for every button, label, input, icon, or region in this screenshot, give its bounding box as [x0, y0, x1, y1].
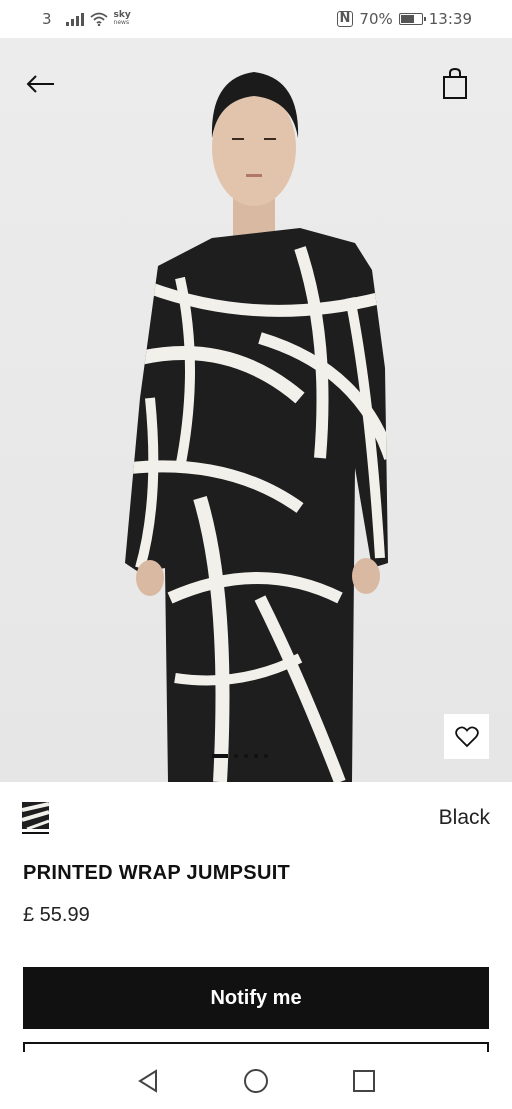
back-button[interactable] [22, 68, 58, 100]
gallery-dot[interactable] [264, 754, 268, 758]
notify-me-button[interactable]: Notify me [23, 967, 489, 1029]
color-swatch-black[interactable] [22, 802, 49, 834]
nav-recents-button[interactable] [349, 1066, 379, 1096]
status-right: N 70% 13:39 [336, 10, 472, 28]
status-bar: 3 sky news N 70% 13:39 [0, 0, 512, 38]
battery-fill [400, 15, 414, 23]
gallery-dot[interactable] [212, 754, 228, 758]
product-price: £ 55.99 [23, 904, 90, 926]
gallery-pagination [212, 754, 268, 758]
clock: 13:39 [428, 10, 472, 28]
nav-back-button[interactable] [133, 1066, 163, 1096]
recents-square-icon [353, 1069, 375, 1092]
status-left: 3 sky news [42, 10, 131, 28]
product-image-gallery[interactable] [0, 38, 512, 782]
nav-home-button[interactable] [241, 1066, 271, 1096]
nfc-icon: N [336, 11, 354, 27]
home-circle-icon [244, 1068, 268, 1093]
selected-color-name: Black [438, 806, 490, 829]
heart-icon [454, 725, 479, 747]
gallery-dot[interactable] [254, 754, 258, 758]
signal-icon [65, 12, 84, 26]
shopping-bag-icon [443, 68, 467, 99]
battery-percent: 70% [359, 10, 393, 28]
wifi-icon [89, 12, 108, 26]
arrow-left-icon [26, 75, 54, 93]
product-title: PRINTED WRAP JUMPSUIT [23, 862, 291, 884]
sim-label: 3 [42, 10, 52, 28]
favorite-button[interactable] [444, 714, 489, 759]
battery-icon [398, 13, 426, 25]
swatch-pattern-icon [22, 802, 49, 829]
back-triangle-icon [138, 1068, 157, 1093]
system-nav-bar [0, 1052, 512, 1109]
sky-news-logo: sky news [113, 10, 131, 27]
shopping-bag-button[interactable] [438, 66, 472, 102]
gallery-dot[interactable] [234, 754, 238, 758]
color-selector: Black [22, 802, 490, 834]
product-photo [125, 72, 388, 782]
gallery-dot[interactable] [244, 754, 248, 758]
swatch-selected-underline [22, 832, 49, 834]
